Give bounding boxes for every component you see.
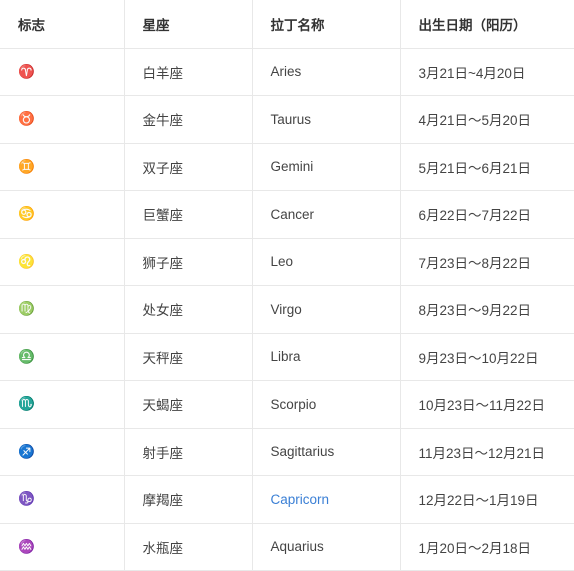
- zodiac-name-latin: Leo: [252, 238, 401, 286]
- zodiac-name-latin: Sagittarius: [252, 428, 401, 476]
- table-row: ♉ 金牛座 Taurus 4月21日～5月20日: [0, 95, 574, 144]
- zodiac-name-cn: 处女座: [124, 285, 253, 334]
- zodiac-name-cn: 白羊座: [124, 48, 253, 96]
- zodiac-symbol-icon: ♎: [0, 333, 125, 381]
- zodiac-date-range: 9月23日～10月22日: [400, 333, 574, 381]
- table-row: ♈ 白羊座 Aries 3月21日~4月20日: [0, 48, 574, 96]
- zodiac-symbol-icon: ♐: [0, 428, 125, 476]
- zodiac-symbol-icon: ♋: [0, 190, 125, 239]
- table-row: ♊ 双子座 Gemini 5月21日～6月21日: [0, 143, 574, 191]
- zodiac-date-range: 3月21日~4月20日: [400, 48, 574, 96]
- zodiac-symbol-icon: ♏: [0, 380, 125, 429]
- zodiac-date-range: 1月20日～2月18日: [400, 523, 574, 571]
- table-header-row: 标志 星座 拉丁名称 出生日期（阳历）: [0, 0, 574, 49]
- zodiac-name-latin: Cancer: [252, 190, 401, 239]
- zodiac-name-latin-link[interactable]: Capricorn: [252, 475, 401, 524]
- table-row: ♍ 处女座 Virgo 8月23日～9月22日: [0, 285, 574, 334]
- table-row: ♐ 射手座 Sagittarius 11月23日～12月21日: [0, 428, 574, 476]
- zodiac-name-latin: Aquarius: [252, 523, 401, 571]
- zodiac-symbol-icon: ♊: [0, 143, 125, 191]
- table-body: ♈ 白羊座 Aries 3月21日~4月20日 ♉ 金牛座 Taurus 4月2…: [0, 48, 574, 571]
- zodiac-date-range: 12月22日～1月19日: [400, 475, 574, 524]
- zodiac-symbol-icon: ♒: [0, 523, 125, 571]
- zodiac-name-cn: 水瓶座: [124, 523, 253, 571]
- zodiac-name-latin: Libra: [252, 333, 401, 381]
- zodiac-table: 标志 星座 拉丁名称 出生日期（阳历） ♈ 白羊座 Aries 3月21日~4月…: [0, 0, 574, 571]
- column-header-constellation: 星座: [124, 0, 253, 49]
- zodiac-date-range: 11月23日～12月21日: [400, 428, 574, 476]
- table-row: ♋ 巨蟹座 Cancer 6月22日～7月22日: [0, 190, 574, 239]
- zodiac-date-range: 10月23日～11月22日: [400, 380, 574, 429]
- table-header: 标志 星座 拉丁名称 出生日期（阳历）: [0, 0, 574, 49]
- zodiac-name-latin: Scorpio: [252, 380, 401, 429]
- table-row: ♌ 狮子座 Leo 7月23日～8月22日: [0, 238, 574, 286]
- zodiac-name-cn: 狮子座: [124, 238, 253, 286]
- zodiac-name-cn: 双子座: [124, 143, 253, 191]
- zodiac-name-cn: 巨蟹座: [124, 190, 253, 239]
- zodiac-name-latin: Gemini: [252, 143, 401, 191]
- zodiac-date-range: 4月21日～5月20日: [400, 95, 574, 144]
- zodiac-name-cn: 射手座: [124, 428, 253, 476]
- table-row: ♏ 天蝎座 Scorpio 10月23日～11月22日: [0, 380, 574, 429]
- zodiac-name-latin: Virgo: [252, 285, 401, 334]
- zodiac-date-range: 7月23日～8月22日: [400, 238, 574, 286]
- zodiac-name-cn: 摩羯座: [124, 475, 253, 524]
- table-row: ♑ 摩羯座 Capricorn 12月22日～1月19日: [0, 475, 574, 524]
- table-row: ♒ 水瓶座 Aquarius 1月20日～2月18日: [0, 523, 574, 571]
- zodiac-symbol-icon: ♌: [0, 238, 125, 286]
- zodiac-symbol-icon: ♍: [0, 285, 125, 334]
- zodiac-name-cn: 天秤座: [124, 333, 253, 381]
- table-row: ♎ 天秤座 Libra 9月23日～10月22日: [0, 333, 574, 381]
- zodiac-name-cn: 金牛座: [124, 95, 253, 144]
- zodiac-symbol-icon: ♑: [0, 475, 125, 524]
- zodiac-name-latin: Taurus: [252, 95, 401, 144]
- column-header-latin-name: 拉丁名称: [252, 0, 401, 49]
- column-header-symbol: 标志: [0, 0, 125, 49]
- zodiac-date-range: 6月22日～7月22日: [400, 190, 574, 239]
- zodiac-symbol-icon: ♉: [0, 95, 125, 144]
- column-header-birth-date: 出生日期（阳历）: [400, 0, 574, 49]
- zodiac-date-range: 8月23日～9月22日: [400, 285, 574, 334]
- zodiac-name-latin: Aries: [252, 48, 401, 96]
- zodiac-symbol-icon: ♈: [0, 48, 125, 96]
- zodiac-date-range: 5月21日～6月21日: [400, 143, 574, 191]
- zodiac-name-cn: 天蝎座: [124, 380, 253, 429]
